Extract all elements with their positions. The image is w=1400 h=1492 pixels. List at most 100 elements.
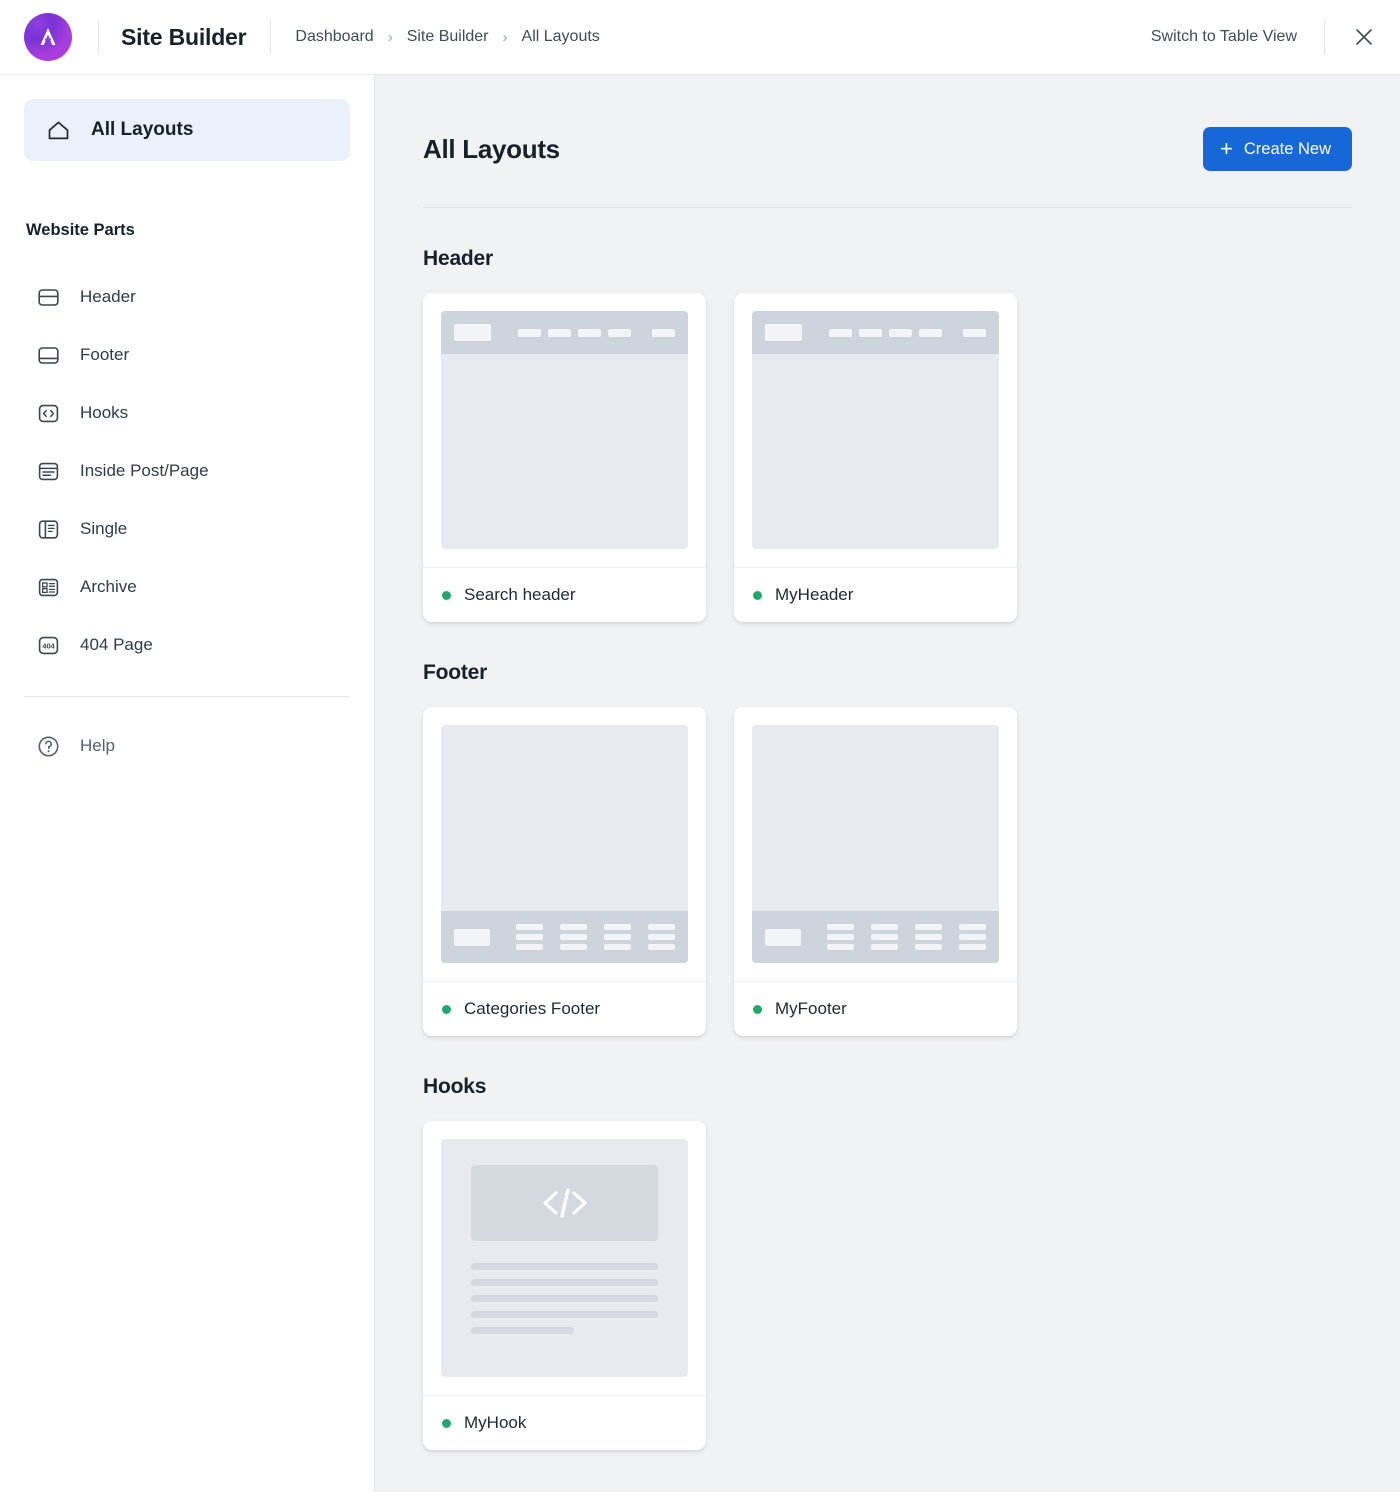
card-title: MyHook — [464, 1413, 527, 1432]
close-icon — [1356, 29, 1372, 45]
card-grid-header: Search header MyHeader — [423, 293, 1352, 622]
card-grid-hooks: MyHook — [423, 1121, 1352, 1450]
layout-card[interactable]: MyHeader — [734, 293, 1017, 622]
preview-text-line — [471, 1263, 658, 1270]
sidebar-section-label: Website Parts — [26, 221, 135, 239]
brand-logo[interactable] — [24, 13, 72, 61]
sidebar-item-help[interactable]: Help — [24, 717, 350, 775]
card-preview — [423, 1121, 706, 1395]
preview-footer-column — [959, 924, 986, 950]
preview-footer-column — [871, 924, 898, 950]
breadcrumb-item-all-layouts[interactable]: All Layouts — [522, 28, 600, 46]
sidebar-item-all-layouts[interactable]: All Layouts — [24, 99, 350, 161]
sidebar-item-404-page[interactable]: 404 404 Page — [24, 616, 350, 674]
preview-nav-bars — [829, 328, 942, 337]
card-title: MyFooter — [775, 999, 847, 1018]
preview-nav-bar — [829, 328, 852, 337]
close-button[interactable] — [1350, 23, 1378, 51]
preview-text-lines — [471, 1263, 658, 1334]
card-grid-footer: Categories Footer MyFooter — [423, 707, 1352, 1036]
section-title-footer: Footer — [423, 661, 488, 684]
breadcrumb: Dashboard › Site Builder › All Layouts — [295, 28, 599, 46]
preview-footer-column — [516, 924, 543, 950]
card-preview — [423, 707, 706, 981]
card-preview — [734, 293, 1017, 567]
body: All Layouts Website Parts Header Footer … — [0, 75, 1400, 1492]
status-badge — [442, 1004, 451, 1014]
divider — [270, 20, 272, 54]
card-footer: MyFooter — [734, 981, 1017, 1036]
preview-nav-bar — [608, 328, 631, 337]
preview-nav-bar — [963, 328, 986, 337]
preview-nav-bars-secondary — [963, 328, 986, 337]
preview-code-block — [471, 1165, 658, 1241]
preview-footer-column — [827, 924, 854, 950]
switch-to-table-view-button[interactable]: Switch to Table View — [1151, 28, 1297, 46]
single-panel-icon — [34, 515, 62, 543]
sidebar-item-single[interactable]: Single — [24, 500, 350, 558]
preview-text-line — [471, 1295, 658, 1302]
status-badge — [442, 590, 451, 600]
sidebar-item-label: Single — [80, 519, 128, 538]
preview-nav-bar — [548, 328, 571, 337]
sidebar-item-label: Header — [80, 287, 136, 306]
create-new-button[interactable]: + Create New — [1203, 127, 1352, 171]
preview-top-bar — [441, 311, 688, 354]
preview-logo-block — [765, 928, 801, 946]
header-preview-thumbnail — [752, 311, 999, 549]
layout-card[interactable]: Search header — [423, 293, 706, 622]
header-divider — [423, 207, 1352, 208]
preview-logo-block — [765, 324, 802, 341]
question-circle-icon — [34, 732, 62, 760]
breadcrumb-item-site-builder[interactable]: Site Builder — [407, 28, 489, 46]
top-bar: Site Builder Dashboard › Site Builder › … — [0, 0, 1400, 75]
card-title: Search header — [464, 585, 576, 604]
document-lines-icon — [34, 457, 62, 485]
card-footer: Search header — [423, 567, 706, 622]
app-logo-a-icon — [24, 13, 72, 61]
code-brackets-icon — [34, 399, 62, 427]
breadcrumb-item-dashboard[interactable]: Dashboard — [295, 28, 373, 46]
preview-footer-bar — [441, 911, 688, 963]
preview-top-bar — [752, 311, 999, 354]
page-title: All Layouts — [423, 133, 560, 164]
footer-preview-thumbnail — [752, 725, 999, 963]
layout-card[interactable]: Categories Footer — [423, 707, 706, 1036]
preview-nav-bars-secondary — [652, 328, 675, 337]
preview-footer-bar — [752, 911, 999, 963]
section-title-hooks: Hooks — [423, 1075, 487, 1098]
main-content: All Layouts + Create New Header Search h… — [375, 75, 1400, 1492]
sidebar: All Layouts Website Parts Header Footer … — [0, 75, 375, 1492]
sidebar-item-inside-post-page[interactable]: Inside Post/Page — [24, 442, 350, 500]
sidebar-item-label: Footer — [80, 345, 130, 364]
preview-nav-bar — [652, 328, 675, 337]
sidebar-item-label: Hooks — [80, 403, 129, 422]
sidebar-item-footer[interactable]: Footer — [24, 326, 350, 384]
preview-text-line — [471, 1279, 658, 1286]
home-icon — [44, 116, 72, 144]
preview-footer-columns — [516, 924, 675, 950]
sidebar-item-label: Inside Post/Page — [80, 461, 209, 480]
footer-preview-thumbnail — [441, 725, 688, 963]
plus-icon: + — [1220, 136, 1233, 161]
hook-preview-thumbnail — [441, 1139, 688, 1377]
sidebar-item-archive[interactable]: Archive — [24, 558, 350, 616]
sidebar-item-header[interactable]: Header — [24, 268, 350, 326]
divider — [1324, 20, 1325, 54]
preview-nav-bars — [518, 328, 631, 337]
divider — [98, 20, 99, 54]
preview-footer-column — [915, 924, 942, 950]
footer-layout-icon — [34, 341, 62, 369]
sidebar-item-label: 404 Page — [80, 635, 153, 654]
layout-card[interactable]: MyHook — [423, 1121, 706, 1450]
preview-body — [441, 354, 688, 549]
preview-nav-bar — [859, 328, 882, 337]
card-footer: Categories Footer — [423, 981, 706, 1036]
header-preview-thumbnail — [441, 311, 688, 549]
preview-text-line — [471, 1327, 574, 1334]
chevron-right-icon: › — [387, 28, 393, 46]
code-brackets-icon — [542, 1188, 587, 1218]
status-badge — [753, 1004, 762, 1014]
layout-card[interactable]: MyFooter — [734, 707, 1017, 1036]
sidebar-item-hooks[interactable]: Hooks — [24, 384, 350, 442]
